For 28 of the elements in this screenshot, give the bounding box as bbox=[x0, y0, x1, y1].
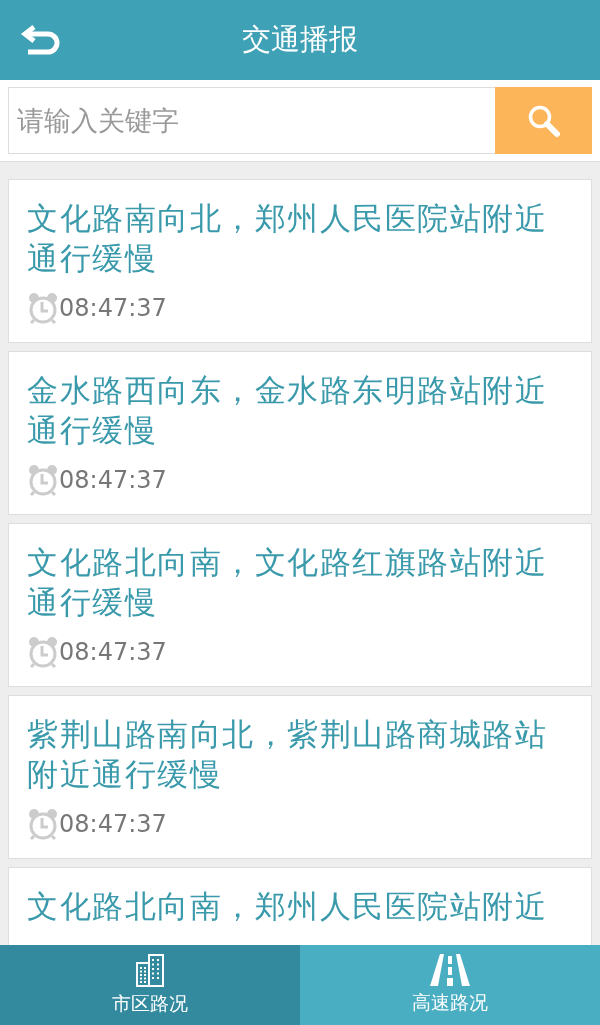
traffic-card[interactable]: 文化路北向南，文化路红旗路站附近通行缓慢 08:47:37 bbox=[8, 523, 592, 687]
search-field[interactable]: 请输入关键字 bbox=[8, 87, 495, 154]
page-title: 交通播报 bbox=[242, 21, 358, 58]
traffic-card[interactable]: 紫荆山路南向北，紫荆山路商城路站附近通行缓慢 08:47:37 bbox=[8, 695, 592, 859]
alarm-clock-icon bbox=[27, 636, 59, 668]
time-text: 08:47:37 bbox=[59, 294, 167, 322]
time-text: 08:47:37 bbox=[59, 638, 167, 666]
road-icon bbox=[430, 954, 470, 986]
traffic-card[interactable]: 文化路北向南，郑州人民医院站附近 bbox=[8, 867, 592, 945]
alarm-clock-icon bbox=[27, 808, 59, 840]
alarm-clock-icon bbox=[27, 292, 59, 324]
alarm-clock-icon bbox=[27, 464, 59, 496]
traffic-text: 文化路北向南，郑州人民医院站附近 bbox=[27, 887, 548, 926]
back-button[interactable] bbox=[20, 24, 62, 56]
traffic-card[interactable]: 文化路南向北，郑州人民医院站附近通行缓慢 08:47:37 bbox=[8, 179, 592, 343]
search-icon bbox=[526, 103, 561, 138]
traffic-text: 文化路北向南，文化路红旗路站附近通行缓慢 bbox=[27, 543, 548, 622]
traffic-text: 紫荆山路南向北，紫荆山路商城路站附近通行缓慢 bbox=[27, 715, 548, 794]
time-text: 08:47:37 bbox=[59, 466, 167, 494]
back-icon bbox=[20, 24, 62, 56]
traffic-card[interactable]: 金水路西向东，金水路东明路站附近通行缓慢 08:47:37 bbox=[8, 351, 592, 515]
nav-tab[interactable]: 高速路况 bbox=[300, 945, 600, 1025]
traffic-text: 文化路南向北，郑州人民医院站附近通行缓慢 bbox=[27, 199, 548, 278]
search-button[interactable] bbox=[495, 87, 592, 154]
nav-tab[interactable]: 市区路况 bbox=[0, 945, 300, 1025]
time-text: 08:47:37 bbox=[59, 810, 167, 838]
building-icon bbox=[135, 953, 165, 987]
traffic-text: 金水路西向东，金水路东明路站附近通行缓慢 bbox=[27, 371, 548, 450]
